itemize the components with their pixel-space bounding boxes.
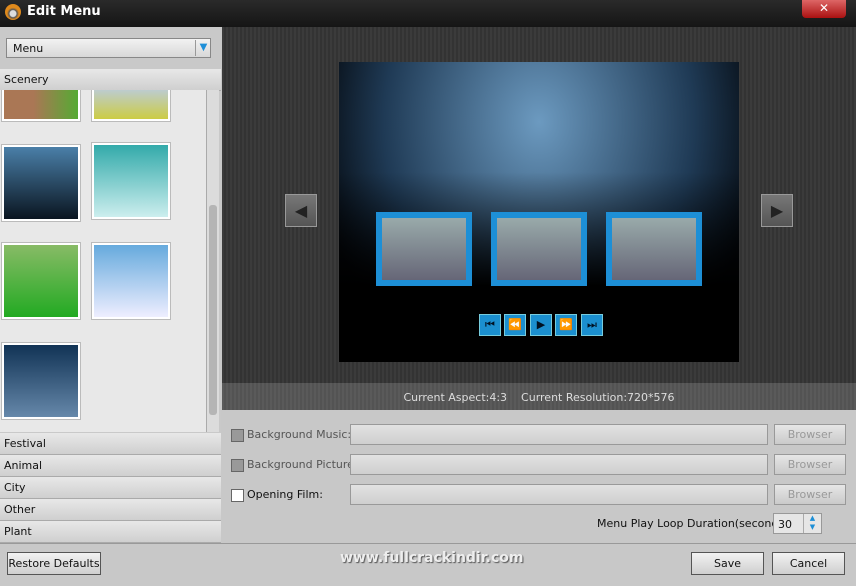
spin-arrows-icon[interactable]: ▲ ▼ (803, 514, 821, 533)
chapter-button[interactable] (491, 212, 587, 286)
template-thumbnail[interactable] (91, 242, 171, 320)
info-bar: Current Aspect:4:3 Current Resolution:72… (222, 383, 856, 410)
category-animal[interactable]: Animal (0, 455, 221, 477)
cancel-button[interactable]: Cancel (772, 552, 845, 575)
chevron-down-icon[interactable]: ▼ (195, 40, 211, 56)
resolution-text: Current Resolution:720*576 (521, 391, 675, 404)
background-music-checkbox[interactable] (231, 429, 244, 442)
category-festival[interactable]: Festival (0, 433, 221, 455)
category-plant[interactable]: Plant (0, 521, 221, 543)
background-picture-label: Background Picture: (247, 458, 358, 471)
aspect-text: Current Aspect:4:3 (403, 391, 508, 404)
play-icon[interactable]: ▶ (530, 314, 552, 336)
watermark: www.fullcrackindir.com (340, 550, 524, 566)
category-other[interactable]: Other (0, 499, 221, 521)
title-bar: Edit Menu ✕ (0, 0, 856, 27)
next-arrow-icon[interactable]: ▶ (761, 194, 793, 227)
type-dropdown[interactable]: Menu ▼ (6, 38, 211, 58)
opening-film-browse-button[interactable]: Browser (774, 484, 846, 505)
close-button[interactable]: ✕ (802, 0, 846, 18)
background-music-label: Background Music: (247, 428, 352, 441)
opening-film-label: Opening Film: (247, 488, 323, 501)
fast-forward-icon[interactable]: ⏩ (555, 314, 577, 336)
opening-film-checkbox[interactable] (231, 489, 244, 502)
loop-duration-stepper[interactable]: 30 ▲ ▼ (773, 513, 822, 534)
first-icon[interactable]: ⏮ (479, 314, 501, 336)
menu-preview-image: ⏮ ⏪ ▶ ⏩ ⏭ (339, 62, 739, 362)
rewind-icon[interactable]: ⏪ (504, 314, 526, 336)
window-title: Edit Menu (27, 4, 101, 19)
thumbnail-list (0, 90, 206, 432)
thumbnail-scrollbar[interactable] (206, 90, 219, 432)
template-thumbnail[interactable] (1, 144, 81, 222)
template-thumbnail[interactable] (1, 90, 81, 122)
category-city[interactable]: City (0, 477, 221, 499)
opening-film-input[interactable] (350, 484, 768, 505)
background-picture-checkbox[interactable] (231, 459, 244, 472)
background-music-browse-button[interactable]: Browser (774, 424, 846, 445)
background-music-input[interactable] (350, 424, 768, 445)
save-button[interactable]: Save (691, 552, 764, 575)
loop-duration-value: 30 (778, 518, 792, 531)
menu-settings-form: Background Music: Browser Background Pic… (222, 410, 856, 543)
app-icon (5, 4, 21, 20)
last-icon[interactable]: ⏭ (581, 314, 603, 336)
template-thumbnail[interactable] (1, 342, 81, 420)
template-thumbnail[interactable] (1, 242, 81, 320)
category-scenery[interactable]: Scenery (0, 69, 221, 91)
background-picture-browse-button[interactable]: Browser (774, 454, 846, 475)
loop-duration-label: Menu Play Loop Duration(seconds): (597, 517, 793, 530)
template-thumbnail[interactable] (91, 142, 171, 220)
restore-defaults-button[interactable]: Restore Defaults (7, 552, 101, 575)
chapter-button[interactable] (606, 212, 702, 286)
template-thumbnail[interactable] (91, 90, 171, 122)
background-picture-input[interactable] (350, 454, 768, 475)
scrollbar-thumb[interactable] (209, 205, 217, 415)
chapter-button[interactable] (376, 212, 472, 286)
footer-bar: Restore Defaults www.fullcrackindir.com … (0, 543, 856, 586)
dropdown-value: Menu (13, 42, 44, 55)
previous-arrow-icon[interactable]: ◀ (285, 194, 317, 227)
